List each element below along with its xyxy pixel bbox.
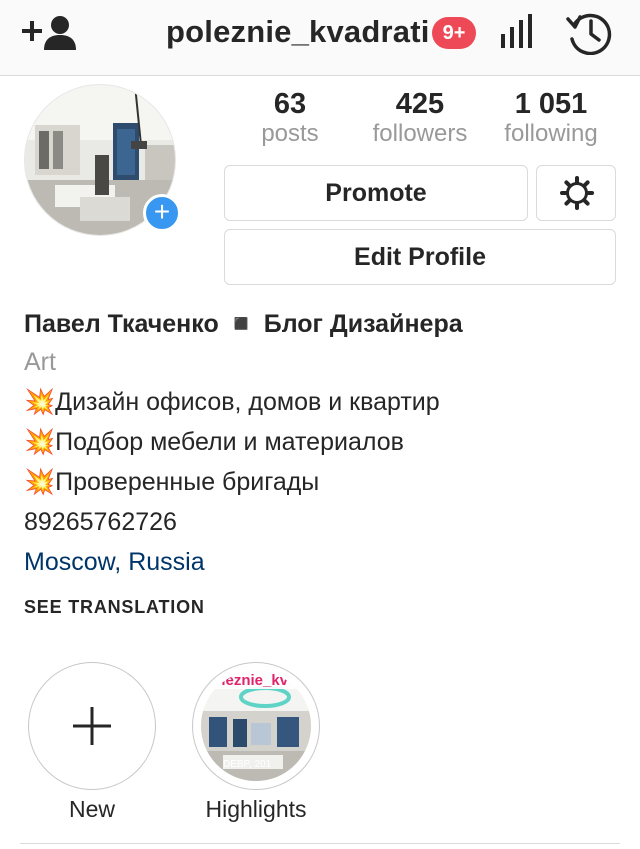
bio-line: 💥Дизайн офисов, домов и квартир — [24, 382, 624, 422]
profile-bio: Павел Ткаченко ◾️ Блог Дизайнера Art 💥Ди… — [24, 306, 624, 582]
followers-count: 425 — [395, 88, 445, 120]
profile-category: Art — [24, 348, 56, 376]
collision-emoji-icon: 💥 — [24, 468, 56, 496]
promote-button[interactable]: Promote — [224, 165, 528, 221]
collision-emoji-icon: 💥 — [24, 388, 56, 416]
collision-emoji-icon: 💥 — [24, 428, 56, 456]
divider — [20, 843, 620, 844]
bar-chart-icon[interactable] — [499, 14, 535, 50]
profile-phone[interactable]: 89265762726 — [24, 502, 624, 542]
followers-stat[interactable]: 425 followers — [360, 88, 480, 148]
add-story-plus-icon[interactable]: + — [143, 194, 181, 232]
highlight-label: New — [68, 796, 115, 822]
bio-line-text: Подбор мебели и материалов — [55, 428, 404, 456]
posts-label: posts — [261, 120, 319, 147]
profile-avatar[interactable]: + — [24, 84, 181, 236]
top-bar: poleznie_kvadrati 9+ — [0, 0, 640, 76]
bio-line-text: Проверенные бригады — [55, 468, 320, 496]
highlight-label: Highlights — [205, 796, 307, 822]
history-clock-icon[interactable] — [566, 11, 612, 55]
gear-icon — [560, 176, 594, 210]
bio-line: 💥Подбор мебели и материалов — [24, 422, 624, 462]
posts-count: 63 — [273, 88, 307, 120]
highlight-watermark: DEBP, 201 — [223, 759, 272, 770]
posts-stat[interactable]: 63 posts — [230, 88, 350, 148]
profile-full-name: Павел Ткаченко ◾️ Блог Дизайнера — [24, 310, 463, 338]
highlight-new-circle[interactable] — [28, 662, 156, 790]
plus-icon — [73, 707, 111, 745]
profile-location-link[interactable]: Moscow, Russia — [24, 542, 624, 582]
followers-label: followers — [372, 120, 468, 147]
highlight-cover-photo: DEBP, 201 poleznie_kv — [201, 671, 311, 781]
highlight-cover[interactable]: DEBP, 201 poleznie_kv — [192, 662, 320, 790]
see-translation-link[interactable]: SEE TRANSLATION — [24, 597, 205, 618]
bio-line: 💥Проверенные бригады — [24, 462, 624, 502]
edit-profile-button[interactable]: Edit Profile — [224, 229, 616, 285]
settings-button[interactable] — [536, 165, 616, 221]
bio-line-text: Дизайн офисов, домов и квартир — [55, 388, 440, 416]
highlight-new[interactable]: New — [27, 662, 157, 823]
highlight-cover-text: poleznie_kv — [203, 672, 289, 689]
notification-badge[interactable]: 9+ — [432, 17, 476, 49]
profile-username[interactable]: poleznie_kvadrati — [166, 14, 430, 50]
following-label: following — [504, 120, 598, 147]
add-user-icon[interactable] — [22, 14, 78, 52]
following-count: 1 051 — [514, 88, 588, 120]
following-stat[interactable]: 1 051 following — [491, 88, 611, 148]
highlight-item[interactable]: DEBP, 201 poleznie_kv Highlights — [191, 662, 321, 823]
